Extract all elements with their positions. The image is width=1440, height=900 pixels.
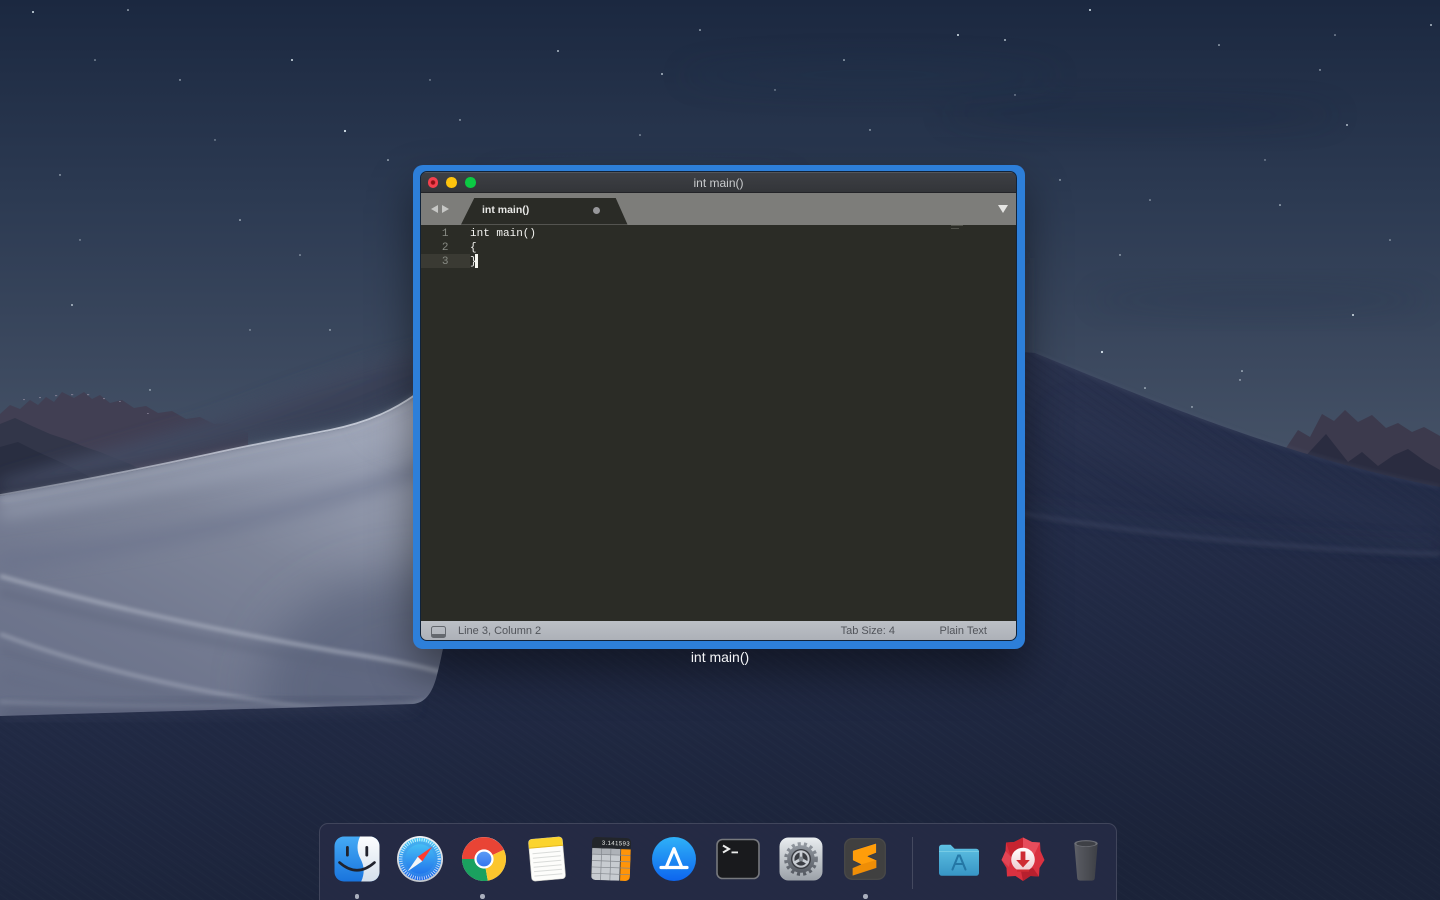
svg-text:3.141593: 3.141593 (601, 841, 630, 848)
